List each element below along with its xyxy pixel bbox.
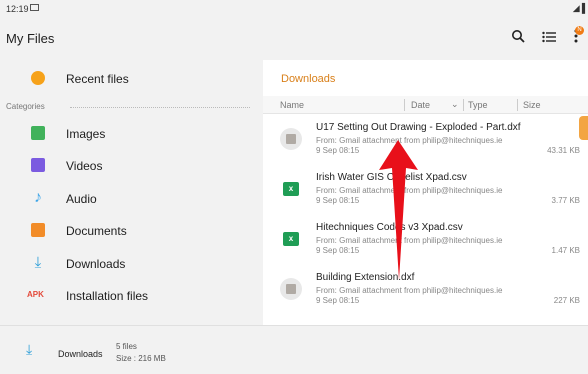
column-date[interactable]: Date xyxy=(411,100,430,110)
file-icon xyxy=(280,128,302,150)
folder-size: Size : 216 MB xyxy=(116,354,166,363)
column-divider xyxy=(463,99,464,111)
sidebar-item-downloads[interactable]: ⤓ Downloads xyxy=(0,248,262,280)
column-size[interactable]: Size xyxy=(523,100,541,110)
spreadsheet-icon: x xyxy=(280,178,302,200)
app-bar: My Files N xyxy=(0,18,588,60)
file-row[interactable]: x Irish Water GIS Codelist Xpad.csv From… xyxy=(263,168,588,218)
play-icon xyxy=(31,158,45,172)
status-bar: 12:19 ◢▐ xyxy=(0,0,588,18)
column-divider xyxy=(404,99,405,111)
sidebar: Recent files Categories Images Videos ♪ … xyxy=(0,60,262,325)
sidebar-item-label: Recent files xyxy=(66,72,129,86)
breadcrumb[interactable]: Downloads xyxy=(281,73,335,85)
folder-label: Downloads xyxy=(58,349,103,359)
download-icon: ⤓ xyxy=(26,341,33,357)
file-source: From: Gmail attachment from philip@hitec… xyxy=(316,236,503,245)
sidebar-item-videos[interactable]: Videos xyxy=(0,150,262,182)
file-row[interactable]: x Hitechniques Codes v3 Xpad.csv From: G… xyxy=(263,218,588,268)
sidebar-item-label: Documents xyxy=(66,224,127,238)
music-note-icon: ♪ xyxy=(34,189,42,206)
spreadsheet-icon: x xyxy=(280,228,302,250)
file-name: Hitechniques Codes v3 Xpad.csv xyxy=(316,222,463,233)
sidebar-item-label: Images xyxy=(66,127,106,141)
file-date: 9 Sep 08:15 xyxy=(316,296,360,305)
file-name: Irish Water GIS Codelist Xpad.csv xyxy=(316,172,467,183)
file-size: 3.77 KB xyxy=(551,196,580,205)
image-icon xyxy=(31,126,45,140)
file-date: 9 Sep 08:15 xyxy=(316,246,360,255)
categories-divider xyxy=(70,107,250,108)
file-list-panel: Downloads Name Date ⌄ Type Size U17 Sett… xyxy=(263,60,588,325)
file-name: U17 Setting Out Drawing - Exploded - Par… xyxy=(316,122,521,133)
column-divider xyxy=(517,99,518,111)
categories-heading: Categories xyxy=(6,102,45,111)
sort-chevron-icon[interactable]: ⌄ xyxy=(451,99,459,110)
search-icon[interactable] xyxy=(508,28,528,48)
scrollbar-handle[interactable] xyxy=(579,116,588,140)
file-count: 5 files xyxy=(116,342,137,351)
sidebar-item-audio[interactable]: ♪ Audio xyxy=(0,183,262,215)
sidebar-item-images[interactable]: Images xyxy=(0,118,262,150)
clock-icon xyxy=(31,71,45,85)
file-source: From: Gmail attachment from philip@hitec… xyxy=(316,286,503,295)
file-size: 1.47 KB xyxy=(551,246,580,255)
file-icon xyxy=(280,278,302,300)
file-date: 9 Sep 08:15 xyxy=(316,196,360,205)
column-header: Name Date ⌄ Type Size xyxy=(263,96,588,114)
list-view-icon[interactable] xyxy=(539,28,559,48)
signal-battery-icon: ◢▐ xyxy=(572,3,585,13)
file-source: From: Gmail attachment from philip@hitec… xyxy=(316,136,503,145)
storage-summary-bar: ⤓ Downloads 5 files Size : 216 MB xyxy=(0,325,588,374)
sidebar-item-recent-files[interactable]: Recent files xyxy=(0,63,262,95)
column-type[interactable]: Type xyxy=(468,100,488,110)
file-row[interactable]: U17 Setting Out Drawing - Exploded - Par… xyxy=(263,118,588,168)
sidebar-item-label: Downloads xyxy=(66,257,126,271)
file-name: Building Extension.dxf xyxy=(316,272,415,283)
status-time: 12:19 xyxy=(6,4,29,14)
sidebar-item-label: Audio xyxy=(66,192,97,206)
document-icon xyxy=(31,223,45,237)
sidebar-item-label: Videos xyxy=(66,159,103,173)
apk-icon: APK xyxy=(27,290,44,299)
file-source: From: Gmail attachment from philip@hitec… xyxy=(316,186,503,195)
notification-badge: N xyxy=(575,26,584,35)
column-name[interactable]: Name xyxy=(280,100,304,110)
file-size: 43.31 KB xyxy=(547,146,580,155)
page-title: My Files xyxy=(6,31,55,46)
file-row[interactable]: Building Extension.dxf From: Gmail attac… xyxy=(263,268,588,318)
gallery-notification-icon xyxy=(30,4,39,11)
file-date: 9 Sep 08:15 xyxy=(316,146,360,155)
sidebar-item-label: Installation files xyxy=(66,289,149,303)
file-size: 227 KB xyxy=(553,296,580,305)
sidebar-item-installation-files[interactable]: APK Installation files xyxy=(0,280,262,312)
download-icon: ⤓ xyxy=(34,254,42,271)
sidebar-item-documents[interactable]: Documents xyxy=(0,215,262,247)
